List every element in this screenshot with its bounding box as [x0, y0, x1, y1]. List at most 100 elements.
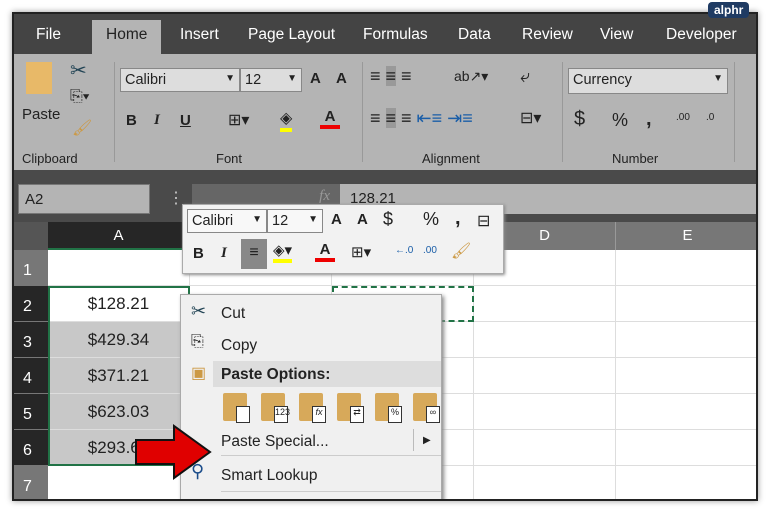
- clipboard-icon: ▣: [191, 365, 207, 382]
- tab-formulas[interactable]: Formulas: [363, 26, 428, 44]
- mini-format-painter-icon[interactable]: 🖌: [451, 241, 471, 261]
- accounting-format-button[interactable]: $: [574, 108, 585, 131]
- horizontal-align-icons[interactable]: ≡ ≡ ≡ ⇤≡ ⇥≡: [370, 108, 473, 129]
- mini-shrink-font-button[interactable]: A: [357, 211, 368, 228]
- cut-icon: ✂: [191, 301, 207, 321]
- chevron-down-icon: ▼: [287, 73, 297, 84]
- tab-data[interactable]: Data: [458, 26, 491, 44]
- mini-size-dropdown[interactable]: 12 ▼: [267, 209, 323, 233]
- vertical-align-icons[interactable]: ≡ ≡ ≡: [370, 66, 412, 87]
- mini-decrease-decimal-icon[interactable]: .00: [423, 245, 437, 256]
- paste-button[interactable]: Paste: [22, 106, 60, 123]
- mini-center-button[interactable]: ≡: [241, 239, 267, 269]
- mini-bold-button[interactable]: B: [193, 245, 204, 262]
- chevron-down-icon: ▼: [225, 73, 235, 84]
- paste-values-icon[interactable]: 123: [261, 393, 290, 423]
- cell-d7[interactable]: [474, 466, 616, 499]
- cell-e6[interactable]: [616, 430, 756, 466]
- submenu-arrow-icon[interactable]: ▶: [423, 435, 431, 446]
- row-header-5[interactable]: 5: [14, 394, 48, 430]
- mini-merge-icon[interactable]: ⊟: [477, 211, 490, 231]
- group-alignment: Alignment: [422, 151, 480, 166]
- mini-fill-color-icon[interactable]: ◈▾: [273, 241, 293, 263]
- bold-button[interactable]: B: [126, 112, 137, 129]
- paste-link-icon[interactable]: ∞: [413, 393, 440, 423]
- row-header-6[interactable]: 6: [14, 430, 48, 466]
- chevron-down-icon: ▼: [713, 73, 723, 84]
- increase-font-size-button[interactable]: A: [310, 70, 321, 87]
- cell-d6[interactable]: [474, 430, 616, 466]
- row-header-3[interactable]: 3: [14, 322, 48, 358]
- column-header-a[interactable]: A: [48, 222, 190, 250]
- cell-d5[interactable]: [474, 394, 616, 430]
- cell-d3[interactable]: [474, 322, 616, 358]
- row-header-1[interactable]: 1: [14, 250, 48, 286]
- tab-page-layout[interactable]: Page Layout: [248, 26, 335, 44]
- name-box[interactable]: A2: [18, 184, 150, 214]
- paste-formulas-icon[interactable]: fx: [299, 393, 326, 423]
- borders-icon[interactable]: ⊞▾: [228, 110, 249, 130]
- mini-accounting-button[interactable]: $: [383, 209, 393, 230]
- wrap-text-icon[interactable]: ⤶: [520, 66, 530, 87]
- decrease-decimal-button[interactable]: .0: [706, 112, 714, 123]
- mini-font-dropdown[interactable]: Calibri ▼: [187, 209, 267, 233]
- copy-icon[interactable]: ⎘▾: [70, 88, 90, 106]
- tab-developer[interactable]: Developer: [666, 26, 737, 44]
- cell-a1[interactable]: [48, 250, 190, 286]
- mini-toolbar: Calibri ▼ 12 ▼ A A $ % , ⊟ B I ≡ ◈▾ A ⊞▾ ←…: [182, 204, 504, 274]
- mini-italic-button[interactable]: I: [221, 245, 227, 262]
- tab-file[interactable]: File: [36, 26, 61, 44]
- number-format-dropdown[interactable]: Currency ▼: [568, 68, 728, 94]
- italic-button[interactable]: I: [154, 112, 160, 129]
- comma-style-button[interactable]: ,: [646, 108, 652, 131]
- percent-style-button[interactable]: %: [612, 110, 628, 131]
- tab-view[interactable]: View: [600, 26, 633, 44]
- menu-cut[interactable]: Cut: [221, 305, 245, 323]
- insert-function-button[interactable]: fx: [319, 188, 330, 205]
- fill-color-icon[interactable]: ◈: [280, 108, 293, 132]
- increase-decimal-button[interactable]: .00: [676, 112, 690, 123]
- mini-borders-icon[interactable]: ⊞▾: [351, 243, 371, 261]
- paste-formatting-icon[interactable]: %: [375, 393, 402, 423]
- copy-icon: ⎘: [191, 333, 204, 350]
- font-name-dropdown[interactable]: Calibri ▼: [120, 68, 240, 92]
- font-color-button[interactable]: A: [320, 108, 340, 129]
- row-header-2[interactable]: 2: [14, 286, 48, 322]
- cell-e7[interactable]: [616, 466, 756, 499]
- ribbon-tabs: File Home Insert Page Layout Formulas Da…: [14, 14, 756, 54]
- merge-center-icon[interactable]: ⊟▾: [520, 108, 541, 128]
- tab-review[interactable]: Review: [522, 26, 573, 44]
- red-arrow-annotation: [135, 424, 212, 480]
- row-header-7[interactable]: 7: [14, 466, 48, 499]
- cell-e2[interactable]: [616, 286, 756, 322]
- row-header-4[interactable]: 4: [14, 358, 48, 394]
- mini-comma-button[interactable]: ,: [455, 207, 461, 230]
- cell-e1[interactable]: [616, 250, 756, 286]
- decrease-font-size-button[interactable]: A: [336, 70, 347, 87]
- cell-e5[interactable]: [616, 394, 756, 430]
- cut-icon[interactable]: ✂: [70, 58, 87, 83]
- cell-e3[interactable]: [616, 322, 756, 358]
- font-size-dropdown[interactable]: 12 ▼: [240, 68, 302, 92]
- context-menu: ✂ Cut ⎘ Copy ▣ Paste Options: 123 fx ⇄ %…: [180, 294, 442, 499]
- menu-paste-special[interactable]: Paste Special...: [221, 433, 329, 451]
- mini-increase-decimal-icon[interactable]: ←.0: [395, 245, 413, 256]
- format-painter-icon[interactable]: 🖌: [72, 118, 92, 138]
- mini-grow-font-button[interactable]: A: [331, 211, 342, 228]
- column-header-e[interactable]: E: [616, 222, 756, 250]
- paste-icon[interactable]: [223, 393, 250, 423]
- menu-smart-lookup[interactable]: Smart Lookup: [221, 467, 318, 485]
- select-all-button[interactable]: [14, 222, 48, 250]
- underline-button[interactable]: U: [180, 112, 191, 129]
- orientation-icon[interactable]: ab↗▾: [454, 68, 488, 85]
- tab-home[interactable]: Home: [92, 20, 162, 54]
- paste-transpose-icon[interactable]: ⇄: [337, 393, 364, 423]
- mini-percent-button[interactable]: %: [423, 209, 439, 230]
- cell-d2[interactable]: [474, 286, 616, 322]
- menu-copy[interactable]: Copy: [221, 337, 257, 355]
- mini-font-color-button[interactable]: A: [315, 241, 335, 262]
- tab-insert[interactable]: Insert: [180, 26, 219, 44]
- paste-icon[interactable]: [26, 62, 52, 94]
- cell-d4[interactable]: [474, 358, 616, 394]
- cell-e4[interactable]: [616, 358, 756, 394]
